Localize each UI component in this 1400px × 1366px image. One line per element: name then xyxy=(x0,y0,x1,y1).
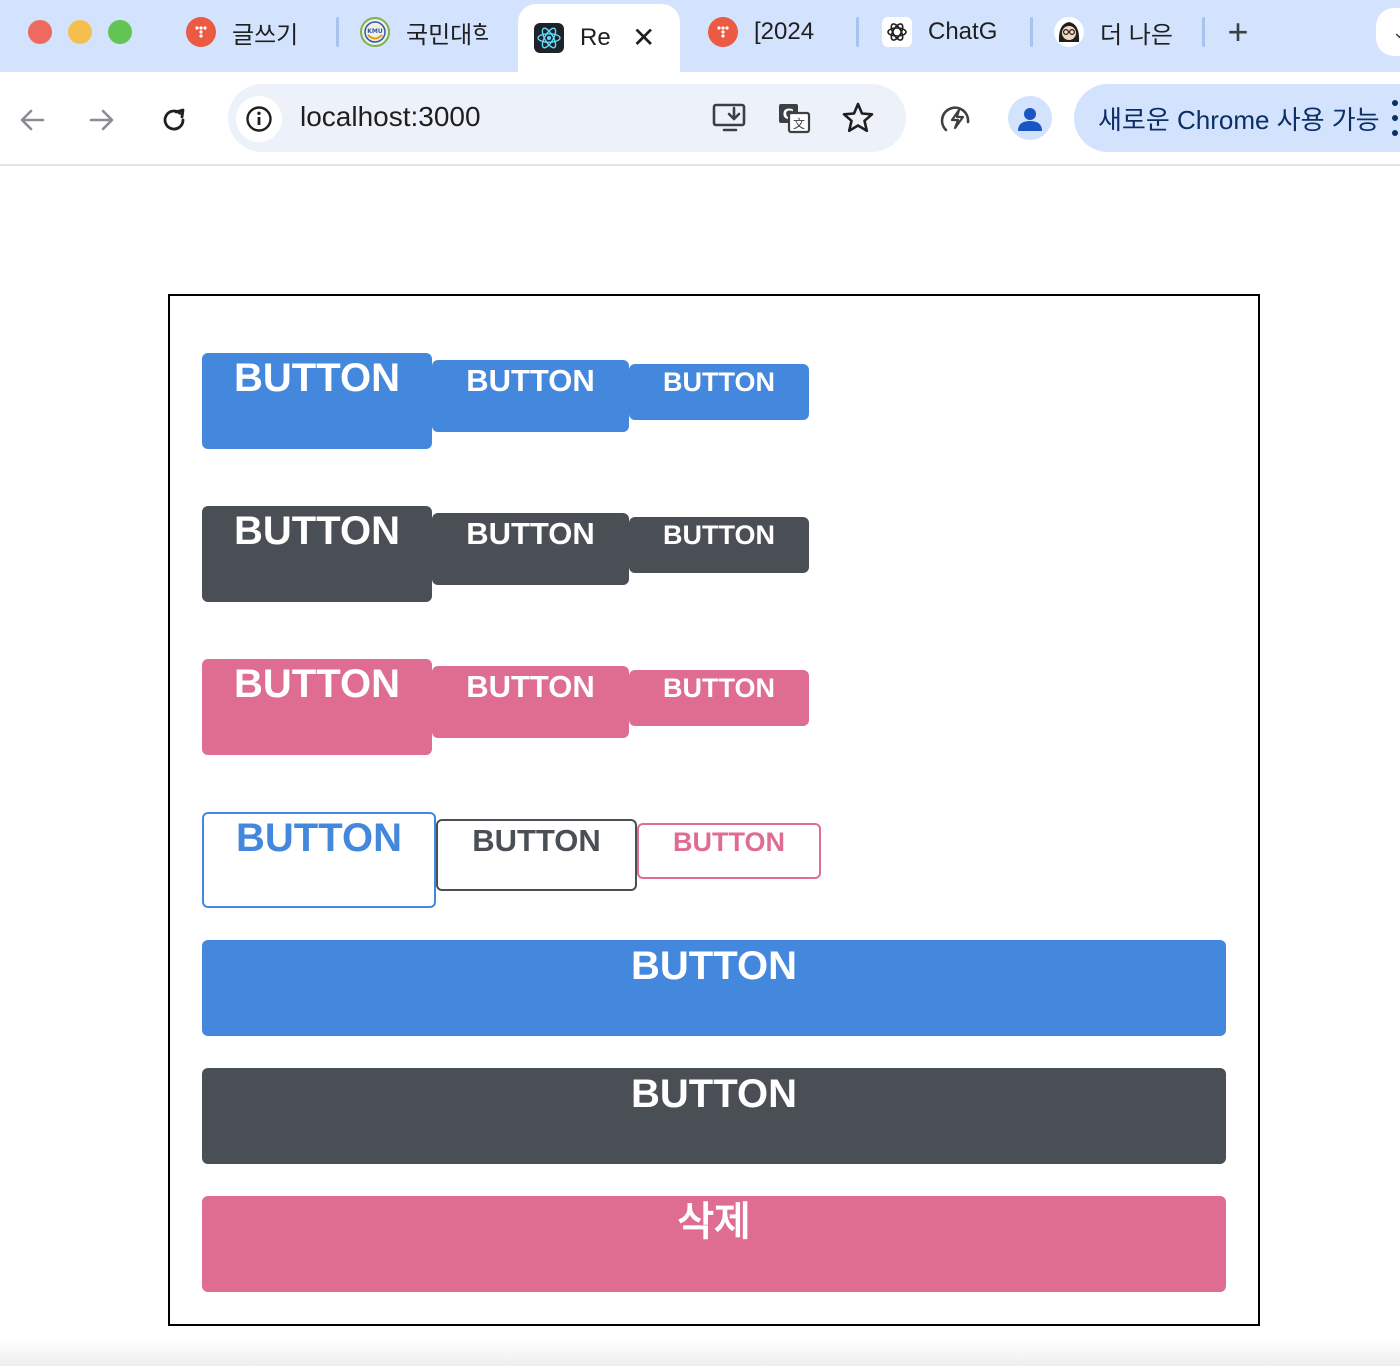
reload-icon xyxy=(163,108,185,131)
outline-pink-small-button[interactable]: BUTTON xyxy=(637,823,821,879)
blue-small-button[interactable]: BUTTON xyxy=(629,364,809,420)
address-bar[interactable]: localhost:3000 G 文 xyxy=(228,84,906,152)
person-icon xyxy=(1018,108,1042,131)
blue-large-button[interactable]: BUTTON xyxy=(202,353,432,449)
dark-small-button[interactable]: BUTTON xyxy=(629,517,809,573)
bottom-shadow xyxy=(0,1340,1400,1366)
avatar-icon xyxy=(1054,17,1084,47)
tab-kookmin[interactable]: KMU 국민대학 xyxy=(360,6,488,58)
pink-large-button[interactable]: BUTTON xyxy=(202,659,432,755)
tab-separator xyxy=(856,17,859,47)
info-icon xyxy=(246,106,272,132)
delete-button[interactable]: 삭제 xyxy=(202,1196,1226,1292)
tab-write[interactable]: 글쓰기 xyxy=(186,6,326,58)
more-menu-icon[interactable] xyxy=(1390,100,1400,136)
tab-react-active[interactable]: Re ✕ xyxy=(518,4,680,72)
outline-dark-medium-button[interactable]: BUTTON xyxy=(436,819,637,891)
dark-large-button[interactable]: BUTTON xyxy=(202,506,432,602)
window-close-button[interactable] xyxy=(28,20,52,44)
blue-medium-button[interactable]: BUTTON xyxy=(432,360,629,432)
pink-small-button[interactable]: BUTTON xyxy=(629,670,809,726)
reload-button[interactable] xyxy=(152,98,196,142)
pink-medium-button[interactable]: BUTTON xyxy=(432,666,629,738)
svg-text:文: 文 xyxy=(793,116,805,131)
outline-blue-large-button[interactable]: BUTTON xyxy=(202,812,436,908)
tab-title: ChatG xyxy=(928,18,998,45)
back-arrow-icon xyxy=(20,109,45,131)
url-text[interactable]: localhost:3000 xyxy=(300,100,481,134)
browser-toolbar: localhost:3000 G 文 xyxy=(0,72,1400,166)
new-tab-button[interactable]: + xyxy=(1220,12,1256,52)
svg-text:KMU: KMU xyxy=(367,28,383,35)
tab-title: Re xyxy=(580,24,611,51)
tab-separator xyxy=(336,17,339,47)
tab-chatgpt[interactable]: ChatG xyxy=(882,6,1010,58)
forward-button[interactable] xyxy=(80,98,124,142)
bookmark-star-icon[interactable] xyxy=(838,98,878,138)
tab-search-chevron-icon[interactable]: ⌄ xyxy=(1376,8,1400,56)
tistory-icon xyxy=(708,17,738,47)
chatgpt-icon xyxy=(882,17,912,47)
full-width-blue-button[interactable]: BUTTON xyxy=(202,940,1226,1036)
install-app-icon[interactable] xyxy=(710,98,750,138)
window-minimize-button[interactable] xyxy=(68,20,92,44)
tab-separator xyxy=(1030,17,1033,47)
profile-avatar[interactable] xyxy=(1008,96,1052,140)
dark-medium-button[interactable]: BUTTON xyxy=(432,513,629,585)
tab-title: 국민대학 xyxy=(406,21,488,49)
tab-title: [2024 xyxy=(754,18,815,45)
tab-title: 더 나은 xyxy=(1100,21,1173,49)
kmu-logo-icon: KMU xyxy=(360,17,390,47)
close-tab-icon[interactable]: ✕ xyxy=(632,24,655,52)
tab-separator xyxy=(1202,17,1205,47)
back-button[interactable] xyxy=(10,98,54,142)
chrome-update-chip[interactable]: 새로운 Chrome 사용 가능 xyxy=(1074,84,1400,152)
window-zoom-button[interactable] xyxy=(108,20,132,44)
forward-arrow-icon xyxy=(89,109,114,131)
tab-title: 글쓰기 xyxy=(232,21,299,49)
translate-icon[interactable]: G 文 xyxy=(774,98,814,138)
tab-2024[interactable]: [2024 xyxy=(708,6,838,58)
tistory-icon xyxy=(186,17,216,47)
full-width-dark-button[interactable]: BUTTON xyxy=(202,1068,1226,1164)
site-info-button[interactable] xyxy=(236,96,282,142)
update-chip-label: 새로운 Chrome 사용 가능 xyxy=(1098,104,1380,135)
performance-leaf-icon[interactable] xyxy=(932,94,982,144)
tab-strip: 글쓰기 KMU 국민대학 Re ✕ [2024 ChatG 더 나은 + ⌄ xyxy=(0,0,1400,72)
react-icon xyxy=(534,23,564,53)
tab-better[interactable]: 더 나은 xyxy=(1054,6,1184,58)
